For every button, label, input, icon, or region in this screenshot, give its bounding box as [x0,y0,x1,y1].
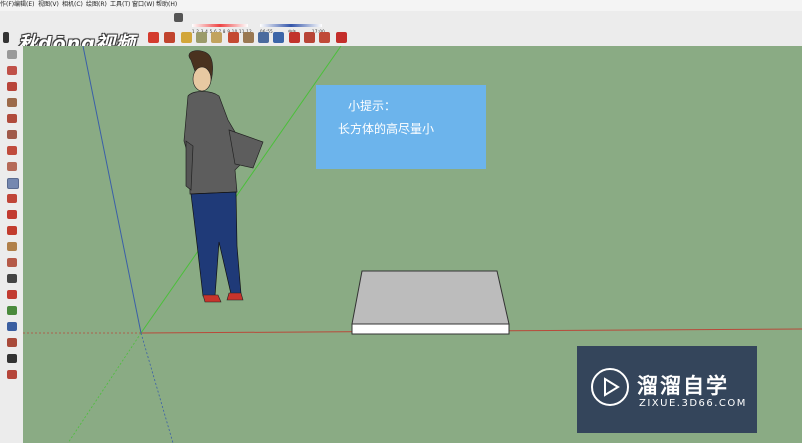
tip-box: 小提示： 长方体的高尽量小 [316,85,486,169]
menu-draw[interactable]: 绘图(R) [86,1,107,9]
menu-tools[interactable]: 工具(T) [110,1,130,9]
jeans [190,191,242,297]
eraser-tool-icon[interactable] [7,50,17,59]
right-shoe [226,292,244,301]
tape-tool-icon[interactable] [7,274,17,283]
person-figure [183,50,264,303]
watermark-url: ZIXUE.3D66.COM [639,398,747,409]
menu-edit[interactable]: 编辑(E) [14,1,34,9]
zoom-tool-icon[interactable] [7,322,17,331]
menu-file[interactable]: 作(F) [0,1,14,9]
arc-tool-icon[interactable] [7,162,17,171]
rectangle-tool-icon[interactable] [7,98,17,107]
component-icon[interactable] [289,32,300,43]
scale-tool-icon[interactable] [7,242,17,251]
orbit-icon[interactable] [228,32,239,43]
offset-icon[interactable] [164,32,175,43]
protractor-tool-icon[interactable] [7,290,17,299]
menu-view[interactable]: 视图(V) [38,1,59,9]
warehouse-icon[interactable] [304,32,315,43]
section-tool-icon[interactable] [7,354,17,363]
modeling-viewport[interactable]: 小提示： 长方体的高尽量小 溜溜自学 ZIXUE.3D66.COM [23,46,802,443]
circle-tool-icon[interactable] [7,130,17,139]
polygon-tool-icon[interactable] [7,146,17,155]
menu-camera[interactable]: 相机(C) [62,1,83,9]
dimension-icon[interactable] [196,32,207,43]
blue-axis-negative [140,332,174,443]
share-model-icon[interactable] [319,32,330,43]
play-icon [591,368,629,406]
green-axis-negative [67,332,142,443]
follow-me-tool-icon[interactable] [7,226,17,235]
tip-text: 长方体的高尽量小 [338,122,435,136]
watermark: 溜溜自学 ZIXUE.3D66.COM [577,346,757,433]
zoom-icon[interactable] [258,32,269,43]
offset-tool-icon[interactable] [7,258,17,267]
box-front-face [351,323,510,335]
date-slider[interactable] [192,24,248,27]
look-around-tool-icon[interactable] [7,370,17,379]
tape-measure-icon[interactable] [181,32,192,43]
freehand-tool-icon[interactable] [7,82,17,91]
left-toolbar [0,46,24,443]
tip-title: 小提示： [348,99,397,113]
eraser-icon[interactable] [174,13,183,22]
rotate-icon[interactable] [148,32,159,43]
text-icon[interactable] [211,32,222,43]
orbit-tool-icon[interactable] [7,306,17,315]
face [192,66,212,92]
line-tool-icon[interactable] [7,66,17,75]
pan-icon[interactable] [243,32,254,43]
box-top-face [351,270,510,325]
watermark-name: 溜溜自学 [637,374,729,398]
menu-help[interactable]: 帮助(H) [156,1,177,9]
move-tool-icon[interactable] [7,178,19,189]
extension-icon[interactable] [336,32,347,43]
box-model [351,270,510,335]
rotate-tool-icon[interactable] [7,210,17,219]
zoom-extents-icon[interactable] [273,32,284,43]
walk-tool-icon[interactable] [7,338,17,347]
menu-window[interactable]: 窗口(W) [132,1,155,9]
select-arrow-icon[interactable] [3,32,9,43]
push-pull-tool-icon[interactable] [7,194,17,203]
time-slider[interactable] [260,24,322,27]
main-toolbar: 秋dōng视频 1 2 3 4 5 6 7 8 9 10 11 12 06:55… [0,11,802,55]
rotated-rect-tool-icon[interactable] [7,114,17,123]
left-shoe [202,294,222,303]
blue-axis [82,46,142,334]
